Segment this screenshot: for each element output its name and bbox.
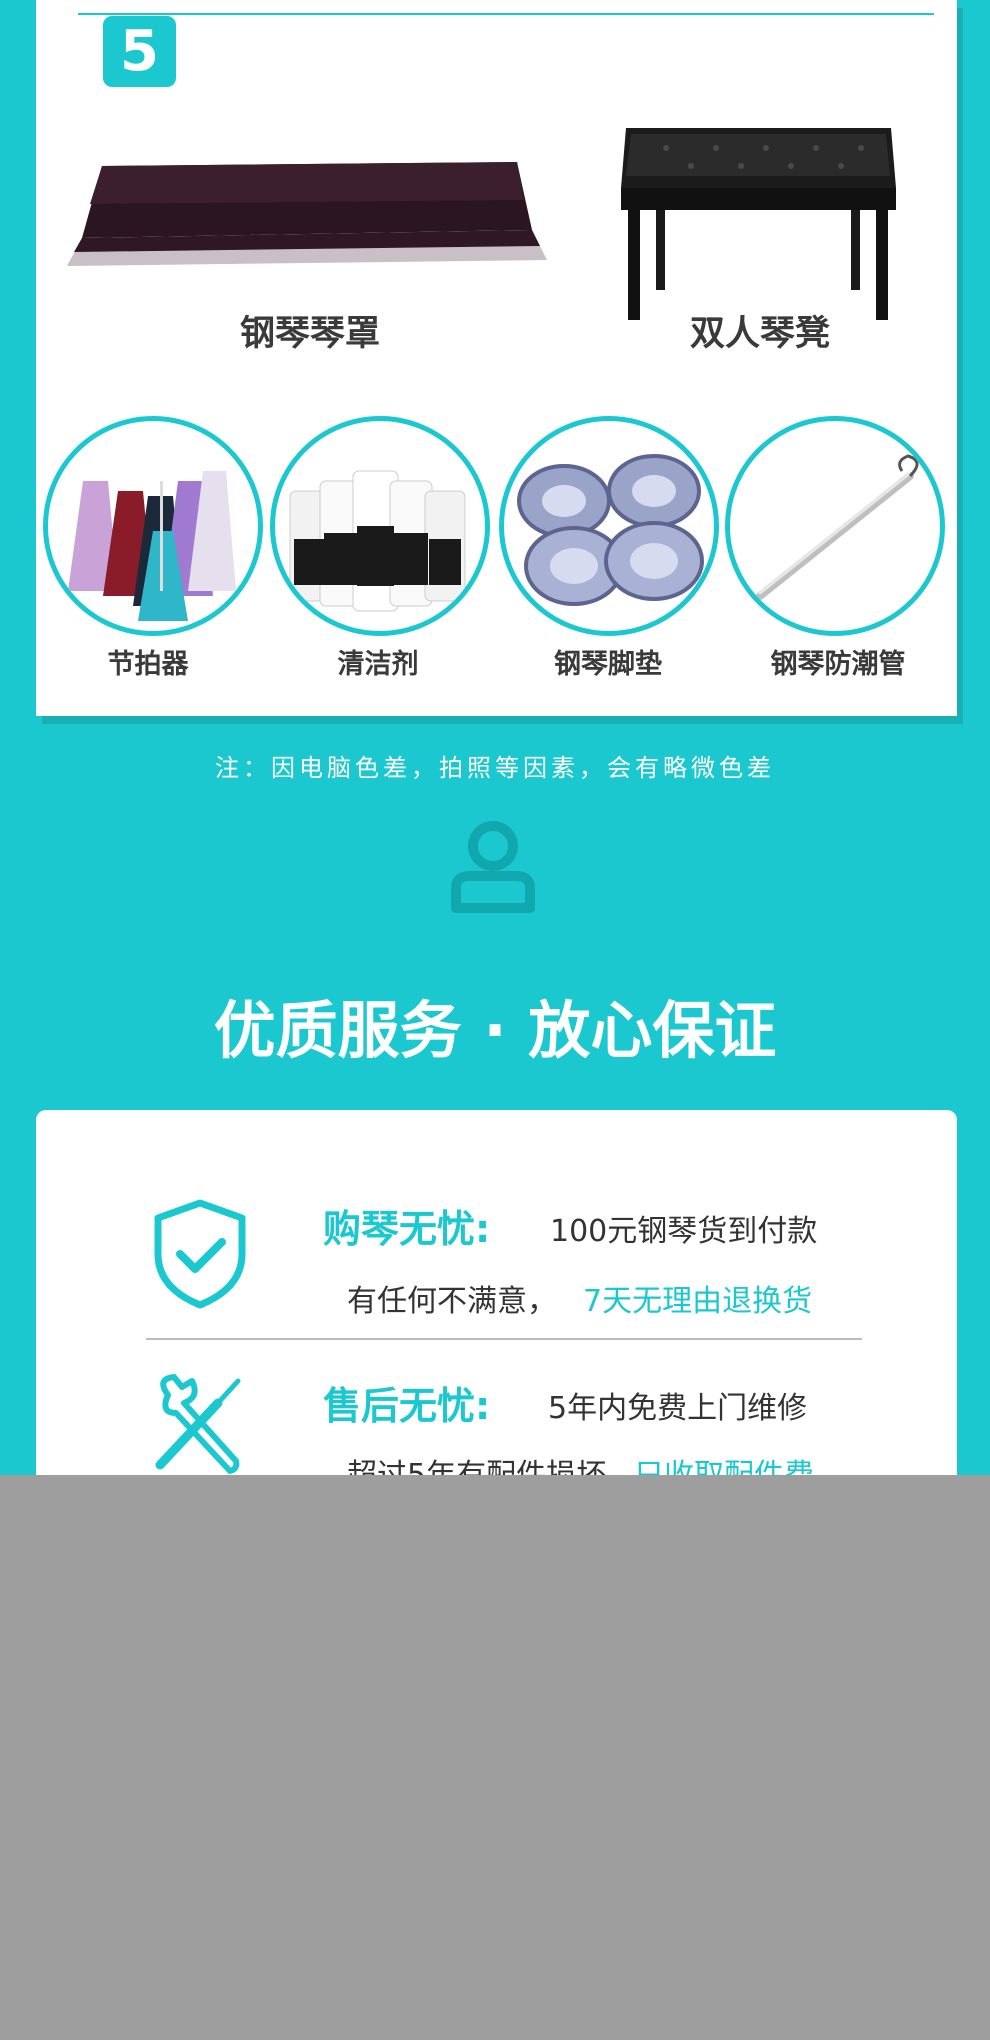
- moisture-tube-image: [725, 416, 945, 636]
- piano-feet-pad-image: [499, 416, 719, 636]
- step-badge: 5: [103, 16, 176, 87]
- cleaner-label: 清洁剂: [337, 649, 419, 680]
- user-icon: [451, 821, 535, 913]
- piano-cover-image: [67, 162, 547, 266]
- metronome-label: 节拍器: [107, 649, 189, 680]
- shield-check-icon: [154, 1199, 246, 1309]
- worry-free-buy-text: 100元钢琴货到付款: [550, 1214, 818, 1249]
- piano-cover-label: 钢琴琴罩: [239, 314, 380, 354]
- service-title: 优质服务 · 放心保证: [213, 994, 777, 1067]
- moisture-tube-label: 钢琴防潮管: [770, 649, 906, 680]
- gray-overlay: [0, 1475, 990, 2040]
- worry-free-after-heading: 售后无忧:: [323, 1384, 491, 1428]
- worry-free-buy-highlight: 7天无理由退换货: [583, 1284, 813, 1319]
- worry-free-after-text: 5年内免费上门维修: [548, 1391, 808, 1426]
- top-divider: [78, 13, 934, 15]
- piano-feet-pad-label: 钢琴脚垫: [554, 649, 662, 680]
- bench-image: [621, 128, 896, 320]
- metronome-image: [43, 416, 263, 636]
- service-divider: [146, 1338, 862, 1340]
- repair-tools-icon: [155, 1374, 241, 1474]
- color-difference-note: 注：因电脑色差，拍照等因素，会有略微色差: [215, 754, 775, 782]
- bench-label: 双人琴凳: [689, 314, 830, 354]
- worry-free-buy-text-2: 有任何不满意，: [347, 1284, 557, 1319]
- cleaner-image: [270, 416, 490, 636]
- worry-free-buy-heading: 购琴无忧:: [323, 1207, 491, 1251]
